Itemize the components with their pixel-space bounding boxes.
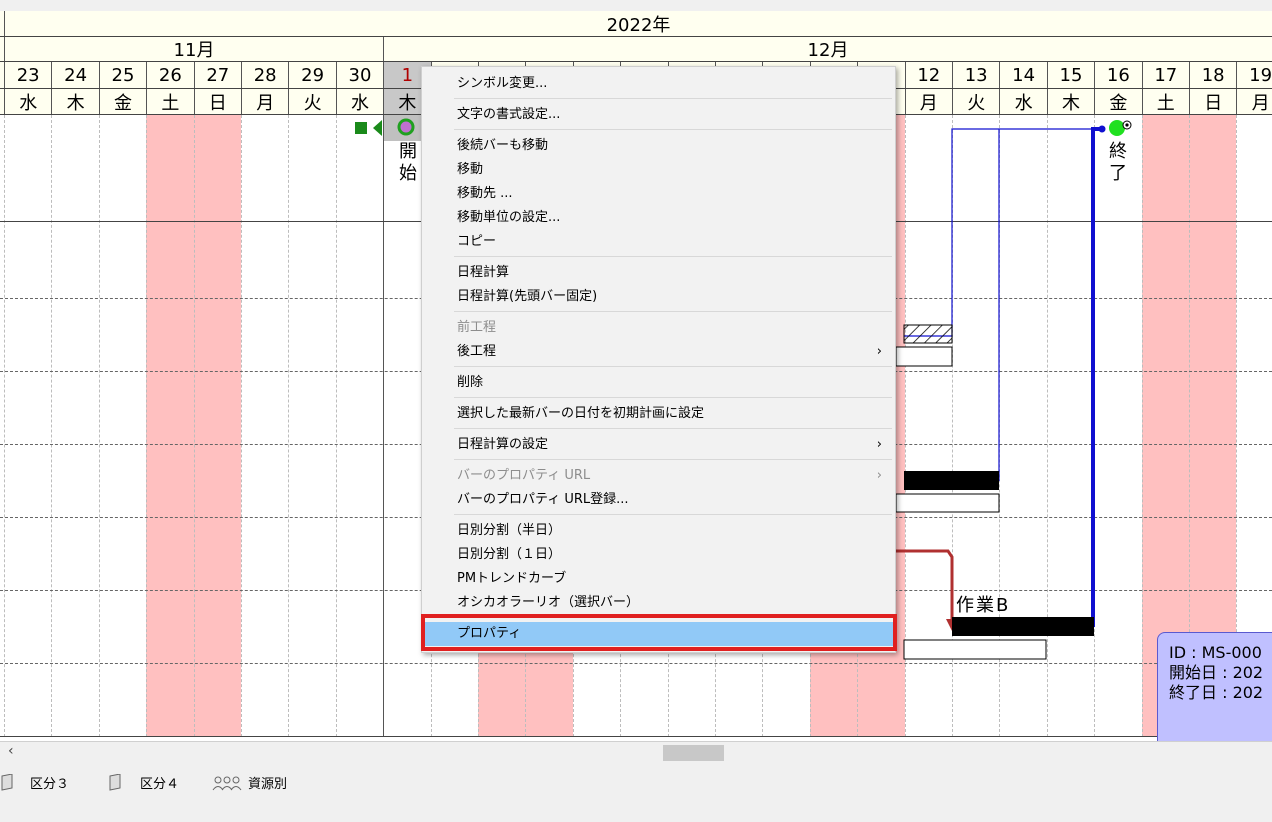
menu-bar-property-url: バーのプロパティ URL › <box>425 464 894 488</box>
start-marker-square <box>355 122 367 134</box>
menu-separator <box>454 256 892 257</box>
status-item-label: 区分４ <box>140 777 180 792</box>
menu-delete[interactable]: 削除 <box>425 371 894 395</box>
menu-schedule-fixed[interactable]: 日程計算(先頭バー固定) <box>425 285 894 309</box>
menu-separator <box>454 98 892 99</box>
menu-pm-trend-curve[interactable]: PMトレンドカーブ <box>425 567 894 591</box>
menu-successor[interactable]: 後工程 › <box>425 340 894 364</box>
category-icon <box>1 773 13 791</box>
chevron-right-icon: › <box>876 344 882 359</box>
menu-change-symbol[interactable]: シンボル変更... <box>425 72 894 96</box>
horizontal-scrollbar[interactable]: ‹ <box>0 741 1272 763</box>
menu-font-format[interactable]: 文字の書式設定... <box>425 103 894 127</box>
menu-separator <box>454 514 892 515</box>
category-icon <box>109 773 121 791</box>
chevron-right-icon: › <box>876 437 882 452</box>
status-item-label: 資源別 <box>248 777 288 792</box>
menu-move-with-successors[interactable]: 後続バーも移動 <box>425 134 894 158</box>
tooltip-start: 開始日 : 202 <box>1169 663 1264 682</box>
start-milestone <box>397 118 415 136</box>
task-bar-hatched <box>903 324 953 344</box>
task-bar-b-plan <box>903 639 1047 660</box>
menu-separator <box>454 129 892 130</box>
tooltip-end: 終了日 : 202 <box>1169 683 1264 702</box>
task-bar-b-actual <box>952 617 1094 636</box>
menu-separator <box>454 397 892 398</box>
scroll-left-icon[interactable]: ‹ <box>8 743 14 759</box>
menu-predecessor: 前工程 <box>457 320 497 335</box>
menu-properties[interactable]: プロパティ <box>425 622 894 646</box>
status-item-resource[interactable]: 資源別 <box>212 773 287 792</box>
status-item-kubun3[interactable]: 区分３ <box>0 773 69 792</box>
task-b-label: 作業B <box>956 595 1011 616</box>
end-milestone <box>1109 120 1125 136</box>
menu-separator <box>454 617 892 618</box>
menu-separator <box>454 366 892 367</box>
resource-icon <box>212 776 242 790</box>
menu-schedule-settings[interactable]: 日程計算の設定 › <box>425 433 894 457</box>
menu-split-half-day[interactable]: 日別分割（半日） <box>425 519 894 543</box>
context-menu: シンボル変更... 文字の書式設定... 後続バーも移動 移動 移動先 ... 移動単位の… <box>421 66 896 653</box>
link-line-3 <box>1091 127 1105 627</box>
task-bar-actual-2 <box>904 471 999 490</box>
menu-separator <box>454 311 892 312</box>
link-line-1 <box>904 128 1100 337</box>
tooltip-id: ID : MS-000 <box>1169 643 1262 662</box>
start-label: 開始 <box>399 141 417 184</box>
status-item-kubun4[interactable]: 区分４ <box>108 773 179 792</box>
menu-split-one-day[interactable]: 日別分割（１日） <box>425 543 894 567</box>
menu-register-url[interactable]: バーのプロパティ URL登録... <box>425 488 894 512</box>
status-bar: 区分３ 区分４ 資源別 <box>0 763 1272 822</box>
link-line-red <box>896 549 954 623</box>
end-label: 終了 <box>1109 141 1127 184</box>
chevron-right-icon: › <box>876 468 882 483</box>
menu-schedule[interactable]: 日程計算 <box>425 261 894 285</box>
status-item-label: 区分３ <box>30 777 70 792</box>
menu-move-unit[interactable]: 移動単位の設定... <box>425 206 894 230</box>
menu-move[interactable]: 移動 <box>425 158 894 182</box>
menu-separator <box>454 428 892 429</box>
menu-separator <box>454 459 892 460</box>
menu-set-initial-plan[interactable]: 選択した最新バーの日付を初期計画に設定 <box>425 402 894 426</box>
start-marker-triangle <box>373 120 382 136</box>
menu-copy[interactable]: コピー <box>425 230 894 254</box>
menu-oshikao-scenario[interactable]: オシカオラーリオ（選択バー） <box>425 591 894 615</box>
task-bar-plan-1 <box>895 346 953 367</box>
scroll-thumb[interactable] <box>663 745 724 761</box>
menu-move-to[interactable]: 移動先 ... <box>425 182 894 206</box>
task-bar-plan-2 <box>895 493 1000 513</box>
gantt-app: 2022年 11月 12月 23242526272829301234567891… <box>0 0 1272 822</box>
